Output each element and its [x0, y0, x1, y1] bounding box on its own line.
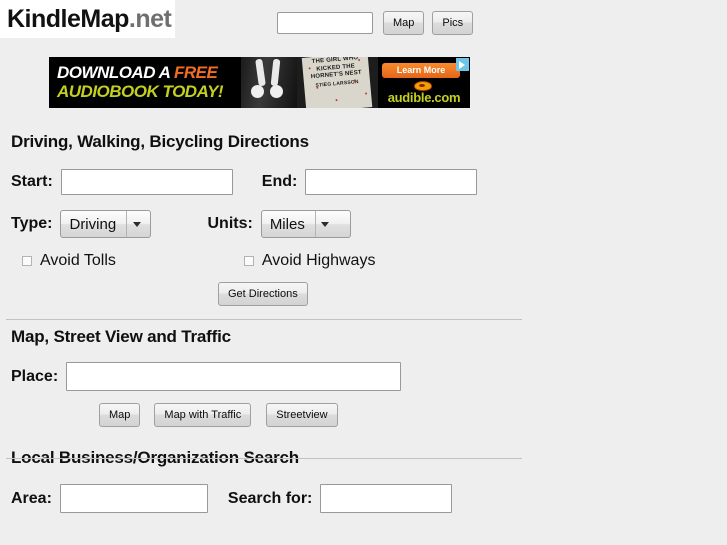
earbud-right-icon: [270, 85, 283, 98]
map-with-traffic-button[interactable]: Map with Traffic: [154, 403, 252, 427]
header-pics-button[interactable]: Pics: [432, 11, 474, 35]
ad-headline-line1: DOWNLOAD A FREE: [57, 63, 223, 82]
book-cover-inner: THE GIRL WHO KICKED THE HORNET'S NEST ST…: [301, 57, 373, 108]
adchoices-triangle-icon: [459, 61, 465, 69]
avoid-highways-checkbox[interactable]: [243, 256, 254, 266]
adchoices-icon[interactable]: [456, 58, 469, 71]
search-for-input[interactable]: [320, 484, 453, 513]
place-input[interactable]: [66, 362, 402, 391]
type-label: Type:: [11, 215, 53, 232]
start-input[interactable]: [60, 169, 233, 195]
ad-headline: DOWNLOAD A FREE AUDIOBOOK TODAY!: [57, 63, 224, 101]
type-select[interactable]: Driving: [60, 210, 152, 238]
area-label: Area:: [11, 489, 52, 507]
site-header: KindleMap.net Map Pics: [0, 0, 727, 46]
header-search-input[interactable]: [277, 12, 373, 34]
ad-brand-text: audible.com: [387, 90, 461, 105]
local-section-title: Local Business/Organization Search: [11, 448, 299, 467]
directions-submit-row: Get Directions: [0, 282, 727, 306]
avoid-highways-label: Avoid Highways: [261, 252, 376, 269]
end-input[interactable]: [305, 169, 478, 195]
units-label: Units:: [207, 215, 253, 232]
main-content: Driving, Walking, Bicycling Directions S…: [0, 122, 727, 513]
site-logo-suffix: .net: [128, 4, 172, 33]
place-label: Place:: [11, 367, 59, 385]
directions-section-title: Driving, Walking, Bicycling Directions: [11, 132, 309, 151]
start-label: Start:: [11, 173, 53, 190]
book-cover-dots: [302, 57, 373, 108]
ad-headline-highlight: FREE: [173, 63, 218, 82]
directions-options-row: Type: Driving Units: Miles: [0, 210, 727, 238]
search-for-label: Search for:: [227, 489, 313, 507]
header-search-group: Map Pics: [277, 11, 474, 35]
ad-learn-more-button[interactable]: Learn More: [382, 63, 460, 78]
end-label: End:: [261, 173, 298, 190]
units-select[interactable]: Miles: [260, 210, 351, 238]
ad-headline-line2: AUDIOBOOK TODAY!: [57, 82, 224, 101]
get-directions-button[interactable]: Get Directions: [218, 282, 308, 306]
local-search-row: Area: Search for:: [0, 484, 727, 513]
ad-headline-plain: DOWNLOAD A: [57, 63, 174, 82]
book-cover-image: THE GIRL WHO KICKED THE HORNET'S NEST ST…: [297, 57, 381, 108]
type-select-value: Driving: [69, 215, 117, 233]
map-place-row: Place:: [0, 362, 727, 391]
map-section-title: Map, Street View and Traffic: [11, 327, 231, 346]
earbuds-icon: [241, 57, 297, 108]
map-button[interactable]: Map: [99, 403, 141, 427]
site-logo-text: KindleMap.net: [0, 4, 172, 33]
avoid-tolls-label: Avoid Tolls: [40, 252, 116, 269]
chevron-down-icon: [126, 211, 146, 237]
avoid-tolls-checkbox[interactable]: [22, 256, 32, 266]
header-map-button[interactable]: Map: [383, 11, 425, 35]
section-divider-1: [6, 319, 522, 320]
directions-checkbox-row: Avoid Tolls Avoid Highways: [0, 252, 727, 270]
section-divider-2: [6, 458, 522, 459]
area-input[interactable]: [59, 484, 208, 513]
earbud-left-icon: [251, 85, 264, 98]
advertisement-banner[interactable]: DOWNLOAD A FREE AUDIOBOOK TODAY! THE GIR…: [49, 57, 470, 108]
directions-endpoints-row: Start: End:: [0, 169, 727, 195]
streetview-button[interactable]: Streetview: [266, 403, 338, 427]
map-buttons-row: Map Map with Traffic Streetview: [0, 403, 727, 427]
site-logo[interactable]: KindleMap.net: [0, 0, 175, 38]
units-select-value: Miles: [269, 215, 305, 233]
site-logo-main: KindleMap: [7, 4, 129, 33]
chevron-down-icon: [314, 211, 335, 237]
